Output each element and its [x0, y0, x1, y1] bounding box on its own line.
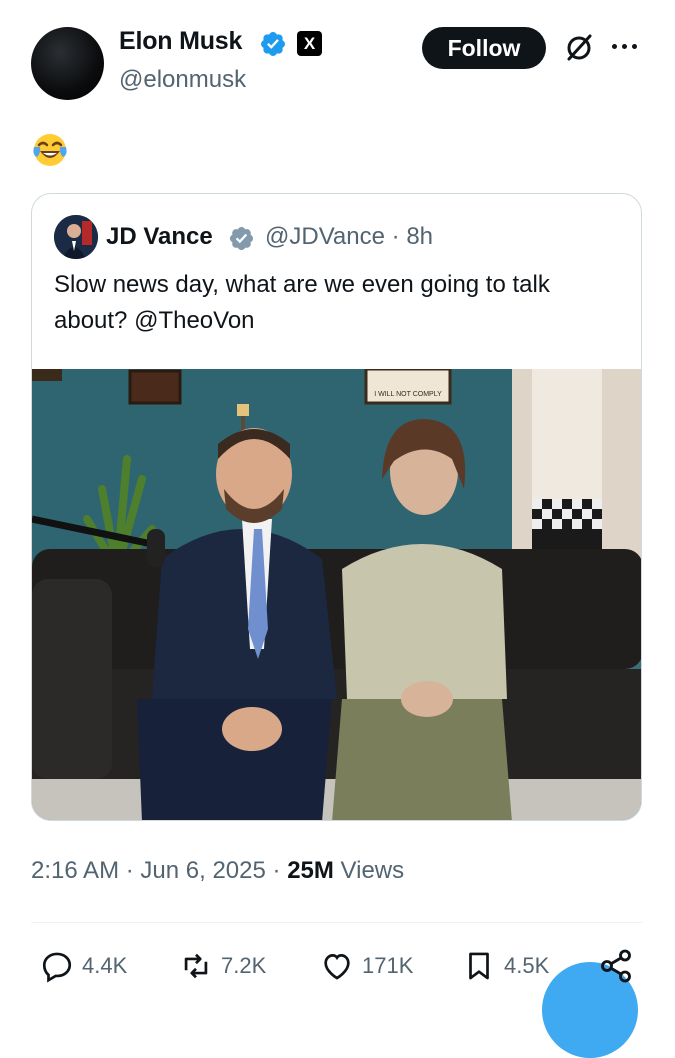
share-icon[interactable] [598, 948, 634, 984]
post-date[interactable]: Jun 6, 2025 [140, 857, 265, 884]
reply-button[interactable]: 4.4K [40, 948, 127, 984]
quoted-post[interactable]: JD Vance @JDVance · 8h Slow news day, wh… [31, 193, 642, 821]
separator: · [391, 223, 400, 250]
government-verified-badge-icon [229, 226, 254, 251]
views-label: Views [340, 857, 405, 884]
post-meta: 2:16 AM · Jun 6, 2025 · 25M Views [31, 857, 404, 885]
verified-badge-icon [261, 32, 285, 56]
quoted-post-text: Slow news day, what are we even going to… [54, 271, 550, 334]
photo-sign-text: I WILL NOT COMPLY [374, 391, 442, 398]
author-name[interactable]: Elon Musk [119, 27, 242, 56]
face-with-tears-of-joy-icon [33, 134, 67, 166]
separator: · [272, 857, 281, 884]
repost-button[interactable]: 7.2K [179, 948, 266, 984]
follow-button[interactable]: Follow [422, 27, 546, 69]
reply-count: 4.4K [82, 953, 128, 978]
x-affiliation-badge: X [297, 31, 322, 56]
quoted-author-name[interactable]: JD Vance [106, 223, 213, 251]
like-count: 171K [362, 953, 414, 978]
repost-icon [184, 953, 208, 979]
quoted-handle-time[interactable]: @JDVance · 8h [265, 223, 433, 251]
author-avatar[interactable] [31, 27, 104, 100]
author-handle[interactable]: @elonmusk [119, 66, 246, 94]
repost-count: 7.2K [221, 953, 267, 978]
more-options-icon[interactable] [612, 38, 642, 54]
views-count: 25M [287, 857, 334, 884]
quoted-post-photo[interactable]: I WILL NOT COMPLY [32, 369, 642, 821]
heart-icon [324, 954, 350, 980]
quoted-post-time: 8h [406, 223, 434, 250]
separator: · [125, 857, 134, 884]
quoted-author-handle: @JDVance [265, 223, 385, 250]
divider [31, 922, 643, 923]
like-button[interactable]: 171K [320, 948, 413, 984]
quoted-author-avatar[interactable] [54, 215, 98, 259]
grok-icon[interactable] [563, 32, 595, 64]
bookmark-count: 4.5K [504, 953, 550, 978]
post-time[interactable]: 2:16 AM [31, 857, 119, 884]
bookmark-icon [469, 952, 489, 980]
bookmark-button[interactable]: 4.5K [462, 948, 549, 984]
reply-icon [42, 952, 72, 983]
